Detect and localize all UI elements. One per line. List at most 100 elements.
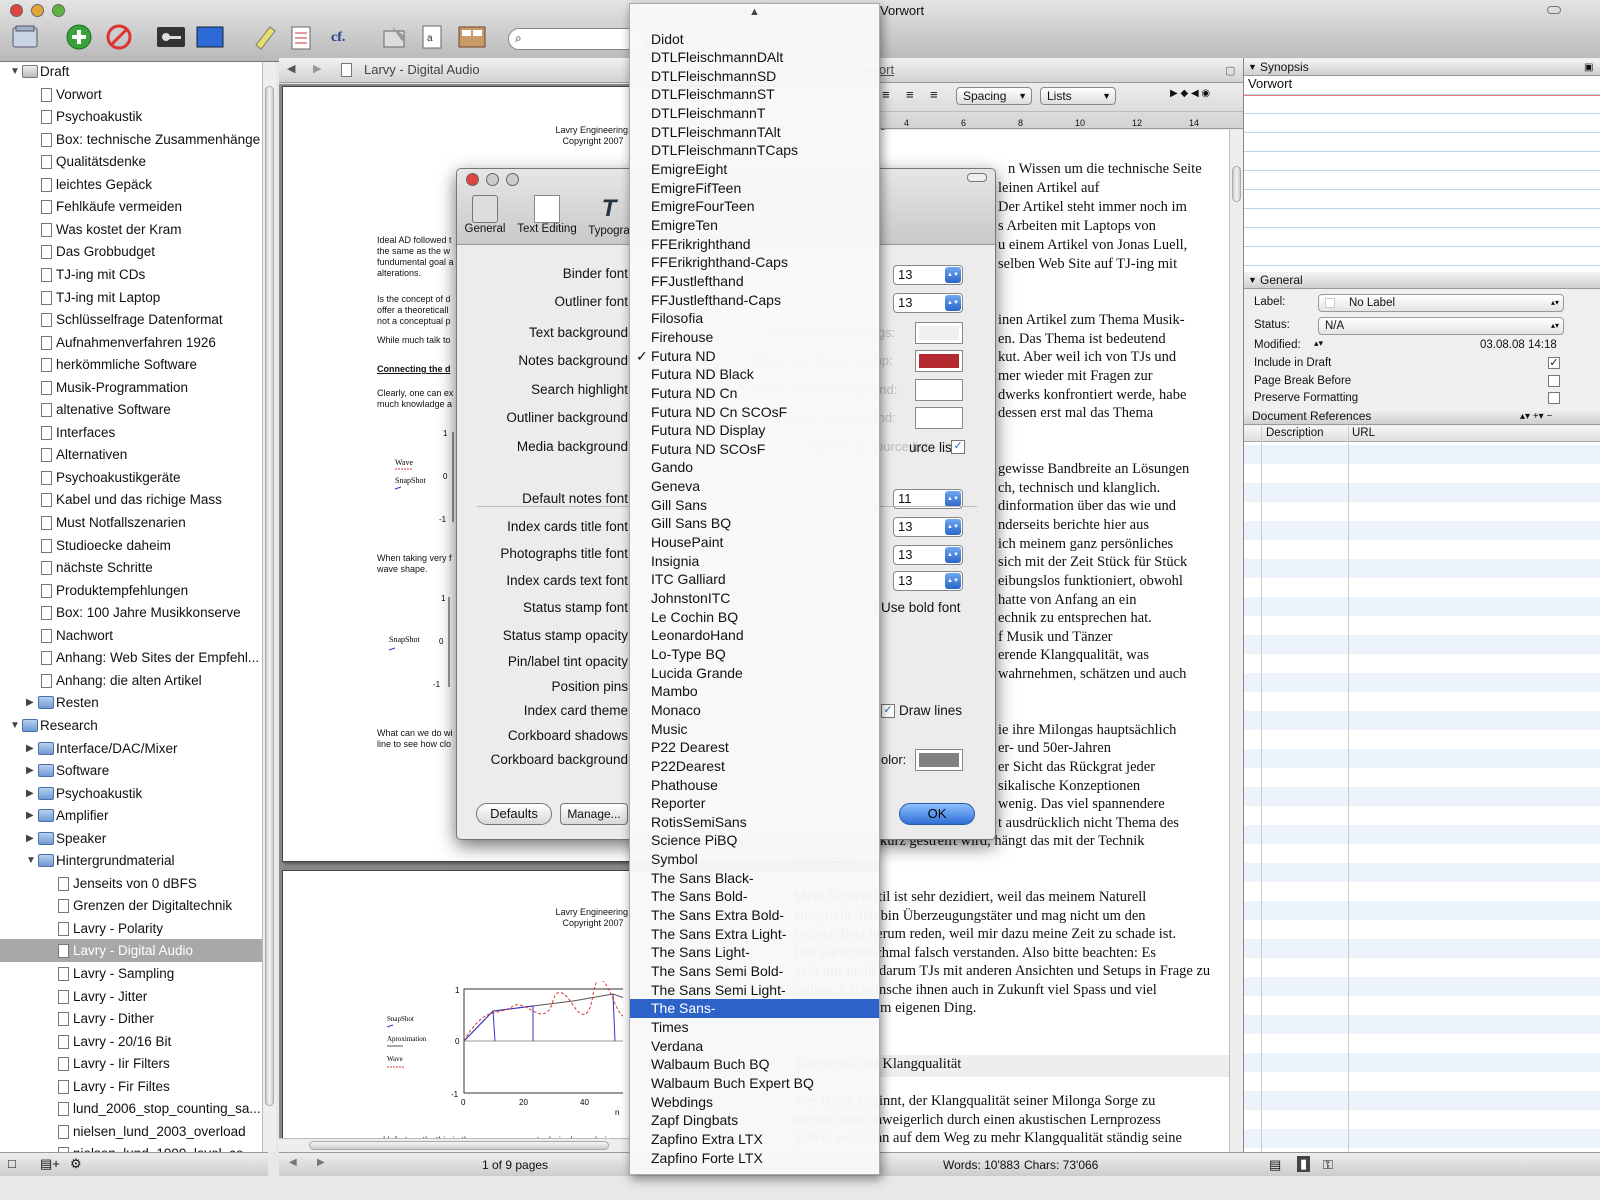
date-stepper-icon[interactable]: ▴▾ bbox=[1314, 338, 1323, 349]
font-menu-item[interactable]: The Sans Extra Bold- bbox=[630, 906, 879, 925]
font-menu-item[interactable]: Verdana bbox=[630, 1037, 879, 1056]
add-button[interactable] bbox=[62, 20, 96, 54]
binder-item[interactable]: Interfaces bbox=[0, 421, 266, 444]
binder-item[interactable]: Jenseits von 0 dBFS bbox=[0, 872, 266, 895]
font-menu-item[interactable]: Firehouse bbox=[630, 328, 879, 347]
font-menu-item[interactable]: DTLFleischmannTAlt bbox=[630, 123, 879, 142]
horizontal-scroll-thumb[interactable] bbox=[309, 1141, 609, 1150]
split-editor-icon[interactable]: ▢ bbox=[1225, 64, 1235, 77]
font-menu-item[interactable]: LeonardoHand bbox=[630, 626, 879, 645]
gear-icon[interactable]: ⚙ bbox=[70, 1156, 82, 1172]
binder-item[interactable]: Fehlkäufe vermeiden bbox=[0, 195, 266, 218]
font-menu-item[interactable]: The Sans Semi Bold- bbox=[630, 962, 879, 981]
general-header[interactable]: ▼ General bbox=[1244, 273, 1600, 289]
keywords-button[interactable] bbox=[154, 20, 188, 54]
url-column-header[interactable]: URL bbox=[1352, 427, 1375, 439]
font-menu-item[interactable]: Lo-Type BQ bbox=[630, 645, 879, 664]
spacing-popup[interactable]: Spacing ▼ bbox=[956, 87, 1032, 105]
font-menu-item[interactable]: Music bbox=[630, 720, 879, 739]
font-menu-item[interactable]: DTLFleischmannTCaps bbox=[630, 141, 879, 160]
binder-scroll-thumb[interactable] bbox=[265, 86, 274, 1106]
binder-item[interactable]: Was kostet der Kram bbox=[0, 218, 266, 241]
binder-item[interactable]: ▶ Resten bbox=[0, 691, 266, 714]
binder-item[interactable]: Nachwort bbox=[0, 624, 266, 647]
font-menu-item[interactable]: The Sans Extra Light- bbox=[630, 925, 879, 944]
description-column-header[interactable]: Description bbox=[1266, 427, 1324, 439]
font-menu-item[interactable]: RotisSemiSans bbox=[630, 813, 879, 832]
next-page-icon[interactable]: ▶ bbox=[317, 1157, 325, 1168]
binder-item[interactable]: Grenzen der Digitaltechnik bbox=[0, 894, 266, 917]
font-menu-item[interactable]: Futura ND Cn bbox=[630, 384, 879, 403]
font-menu-item[interactable]: Science PiBQ bbox=[630, 831, 879, 850]
font-menu-item[interactable]: The Sans- bbox=[630, 999, 879, 1018]
font-menu-item[interactable]: Didot bbox=[630, 30, 879, 49]
bookmark-icon[interactable]: ▮ bbox=[1297, 1156, 1311, 1172]
font-menu-item[interactable]: Zapf Dingbats bbox=[630, 1111, 879, 1130]
binder-item[interactable]: Vorwort bbox=[0, 83, 266, 106]
font-menu-item[interactable]: Reporter bbox=[630, 794, 879, 813]
font-size-popup[interactable]: 13 ▲▼ bbox=[893, 517, 963, 537]
binder-item[interactable]: lund_2006_stop_counting_sa... bbox=[0, 1097, 266, 1120]
font-menu-item[interactable]: Gill Sans bbox=[630, 496, 879, 515]
synopsis-text-area[interactable]: Vorwort bbox=[1244, 76, 1600, 272]
font-menu-item[interactable]: Phathouse bbox=[630, 776, 879, 795]
binder-item[interactable]: Anhang: Web Sites der Empfehl... bbox=[0, 646, 266, 669]
font-menu-item[interactable]: Futura ND Black bbox=[630, 365, 879, 384]
disclosure-closed-icon[interactable]: ▶ bbox=[26, 804, 34, 827]
font-menu-item[interactable]: Gando bbox=[630, 458, 879, 477]
align-right-icon[interactable]: ≡ bbox=[930, 87, 938, 102]
font-menu-item[interactable]: Symbol bbox=[630, 850, 879, 869]
close-dialog-button[interactable] bbox=[466, 173, 479, 186]
image-icon[interactable]: ▣ bbox=[1584, 60, 1593, 75]
footnote-button[interactable]: cf. bbox=[324, 20, 358, 54]
font-menu-item[interactable]: The Sans Black- bbox=[630, 869, 879, 888]
binder-item[interactable]: ▶ Software bbox=[0, 759, 266, 782]
binder-item[interactable]: ▼ Draft bbox=[0, 62, 266, 83]
text-ruler[interactable]: 4 6 8 10 12 14 bbox=[880, 111, 1243, 129]
prev-page-icon[interactable]: ◀ bbox=[289, 1157, 297, 1168]
font-menu-item[interactable]: Futura ND Cn SCOsF bbox=[630, 403, 879, 422]
color-well[interactable] bbox=[915, 749, 963, 771]
nav-arrows-icon[interactable]: ▶ ◆ ◀ ◉ bbox=[1170, 88, 1210, 99]
notes-icon[interactable]: ▤ bbox=[1269, 1157, 1281, 1173]
font-menu-item[interactable]: Futura ND Display bbox=[630, 421, 879, 440]
references-table[interactable]: Description URL bbox=[1244, 426, 1600, 1176]
binder-item[interactable]: altenative Software bbox=[0, 398, 266, 421]
binder-item[interactable]: Lavry - Sampling bbox=[0, 962, 266, 985]
scroll-up-arrow-icon[interactable]: ▲ bbox=[749, 6, 760, 18]
page-break-checkbox[interactable] bbox=[1548, 375, 1560, 387]
font-size-popup[interactable]: 13 ▲▼ bbox=[893, 571, 963, 591]
disclosure-closed-icon[interactable]: ▶ bbox=[26, 827, 34, 850]
binder-item[interactable]: Psychoakustik bbox=[0, 105, 266, 128]
back-arrow-icon[interactable]: ◀ bbox=[287, 62, 295, 75]
binder-item[interactable]: Qualitätsdenke bbox=[0, 150, 266, 173]
font-menu-item[interactable]: Le Cochin BQ bbox=[630, 608, 879, 627]
right-scroll-thumb[interactable] bbox=[1232, 166, 1241, 202]
binder-item[interactable]: ▼ Hintergrundmaterial bbox=[0, 849, 266, 872]
binder-item[interactable]: Produktempfehlungen bbox=[0, 579, 266, 602]
document-references-header[interactable]: Document References ▴▾ +▾ − bbox=[1244, 409, 1600, 425]
binder-item[interactable]: Musik-Programmation bbox=[0, 376, 266, 399]
binder-item[interactable]: Aufnahmenverfahren 1926 bbox=[0, 331, 266, 354]
font-menu-item[interactable]: Walbaum Buch BQ bbox=[630, 1055, 879, 1074]
binder-item[interactable]: Lavry - Iir Filters bbox=[0, 1052, 266, 1075]
font-menu-item[interactable]: Times bbox=[630, 1018, 879, 1037]
binder-item[interactable]: Lavry - Polarity bbox=[0, 917, 266, 940]
binder-toggle-button[interactable] bbox=[8, 20, 42, 54]
font-menu-item[interactable]: Gill Sans BQ bbox=[630, 514, 879, 533]
binder-item[interactable]: Lavry - 20/16 Bit bbox=[0, 1030, 266, 1053]
font-menu-item[interactable]: Filosofia bbox=[630, 309, 879, 328]
right-editor-scrollbar[interactable] bbox=[1229, 130, 1243, 1152]
binder-scrollbar[interactable] bbox=[262, 62, 276, 1152]
binder-item[interactable]: Psychoakustikgeräte bbox=[0, 466, 266, 489]
font-menu-item[interactable]: EmigreEight bbox=[630, 160, 879, 179]
font-menu-item[interactable]: The Sans Semi Light- bbox=[630, 981, 879, 1000]
binder-item[interactable]: Alternativen bbox=[0, 443, 266, 466]
synopsis-header[interactable]: ▼ Synopsis ▣ bbox=[1244, 60, 1600, 76]
search-field[interactable]: ⌕ bbox=[508, 28, 648, 50]
binder-item[interactable]: Schlüsselfrage Datenformat bbox=[0, 308, 266, 331]
binder-item[interactable]: Box: technische Zusammenhänge bbox=[0, 128, 266, 151]
font-menu-item[interactable]: Webdings bbox=[630, 1093, 879, 1112]
toolbar-pill-button[interactable] bbox=[967, 173, 987, 182]
font-menu-item[interactable]: EmigreTen bbox=[630, 216, 879, 235]
